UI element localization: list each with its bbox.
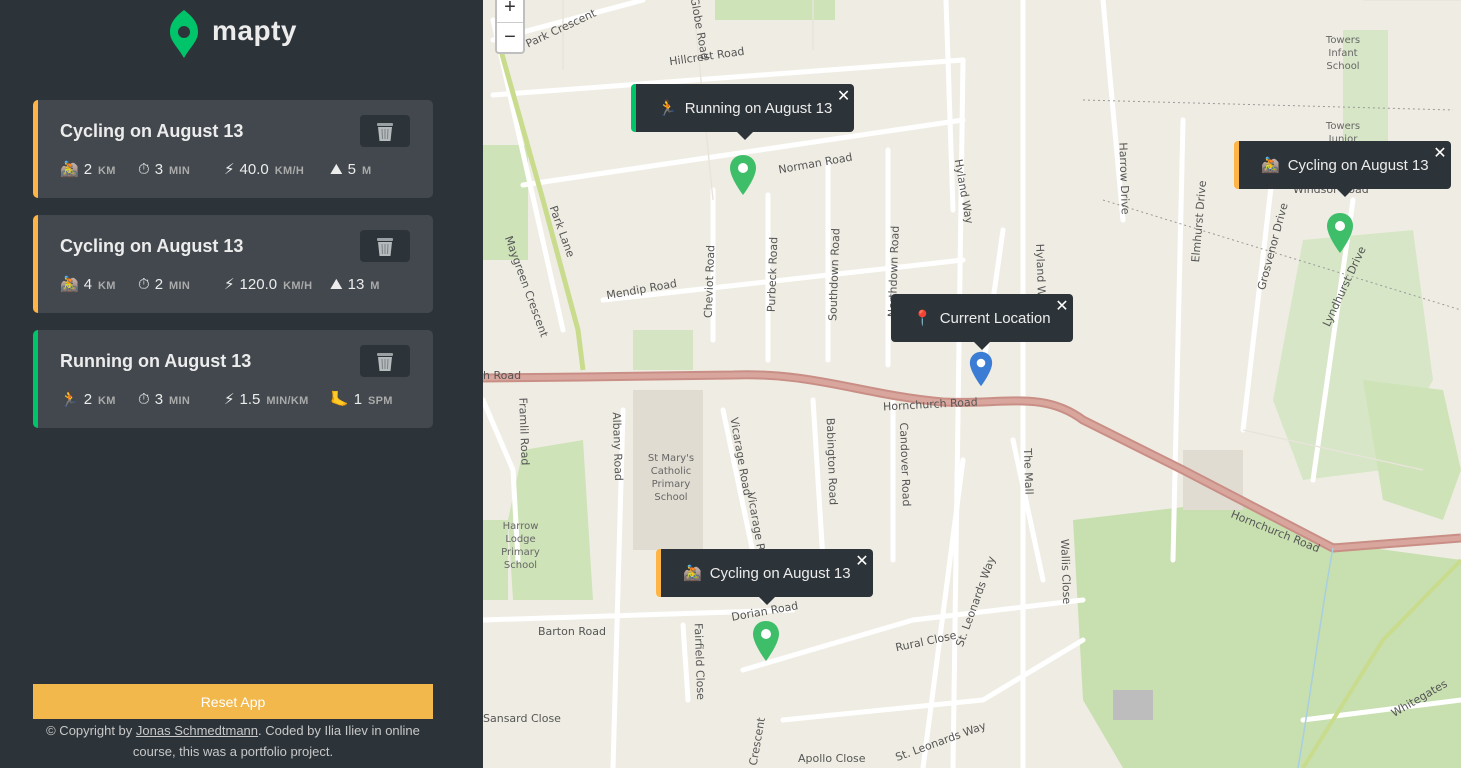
delete-workout-button[interactable]	[360, 345, 410, 377]
road-label: The Mall	[1020, 448, 1036, 495]
place-label: Towers Infant School	[1325, 35, 1361, 72]
author-link[interactable]: Jonas Schmedtmann	[136, 723, 258, 738]
copyright-text: © Copyright by Jonas Schmedtmann. Coded …	[46, 723, 420, 759]
road-label: Sansard Close	[483, 712, 561, 725]
runner-icon: 🏃	[658, 100, 677, 117]
mountain-icon: ⛰	[330, 161, 343, 178]
speed-stat: ⚡ 120.0 km/h	[224, 276, 313, 293]
duration-stat: ⏱ 3 min	[138, 391, 191, 408]
runner-icon: 🏃	[60, 391, 79, 408]
footprint-icon: 🦶	[330, 391, 349, 408]
current-location-popup[interactable]: 📍 Current Location ✕	[891, 294, 1073, 350]
workout-card[interactable]: Cycling on August 13 🚵 4 km ⏱ 2 min ⚡ 120.0 km…	[33, 215, 433, 313]
stopwatch-icon: ⏱	[138, 391, 150, 408]
pace-stat: ⚡ 1.5 min/km	[224, 391, 309, 408]
pushpin-icon: 📍	[913, 310, 932, 327]
workout-card[interactable]: Cycling on August 13 🚵 2 km ⏱ 3 min ⚡ 40.0 km/…	[33, 100, 433, 198]
map-marker-green[interactable]	[1326, 212, 1354, 254]
current-location-marker-icon[interactable]	[969, 350, 993, 388]
close-icon[interactable]: ✕	[855, 551, 868, 571]
cyclist-icon: 🚵	[683, 565, 702, 582]
workout-popup[interactable]: 🚵 Cycling on August 13 ✕	[1234, 141, 1451, 197]
road-label: Harrow Drive	[1116, 142, 1132, 215]
trash-icon	[377, 353, 393, 371]
duration-stat: ⏱ 3 min	[138, 161, 191, 178]
road-label: Fairfield Close	[691, 622, 708, 701]
workout-title: Cycling on August 13	[60, 121, 244, 141]
workout-popup[interactable]: 🏃 Running on August 13 ✕	[631, 84, 855, 140]
delete-workout-button[interactable]	[360, 115, 410, 147]
workout-title: Cycling on August 13	[60, 236, 244, 256]
road-label: h Road	[483, 369, 522, 382]
workout-stats: 🏃 2 km ⏱ 3 min ⚡ 1.5 min/km 🦶 1 spm	[60, 390, 393, 408]
stopwatch-icon: ⏱	[138, 161, 150, 178]
zoom-in-button[interactable]: +	[497, 0, 523, 22]
close-icon[interactable]: ✕	[1055, 296, 1068, 316]
reset-app-button[interactable]: Reset App	[33, 684, 433, 719]
speed-stat: ⚡ 40.0 km/h	[224, 161, 305, 178]
place-label: St Mary's Catholic Primary School	[647, 453, 695, 503]
distance-stat: 🚵 2 km	[60, 161, 116, 178]
close-icon[interactable]: ✕	[837, 86, 850, 106]
elevation-stat: ⛰ 13 m	[330, 276, 380, 293]
workout-popup[interactable]: 🚵 Cycling on August 13 ✕	[656, 549, 873, 605]
road-label: Wallis Close	[1058, 538, 1074, 605]
cyclist-icon: 🚵	[60, 161, 79, 178]
duration-stat: ⏱ 2 min	[138, 276, 191, 293]
map-marker-green[interactable]	[729, 154, 757, 196]
road-label: Framlil Road	[516, 397, 532, 466]
road-label: Apollo Close	[798, 752, 866, 765]
road-label: Albany Road	[609, 411, 626, 482]
road-label: Barton Road	[538, 625, 606, 638]
cyclist-icon: 🚵	[60, 276, 79, 293]
close-icon[interactable]: ✕	[1433, 143, 1446, 163]
zoom-control: + −	[495, 0, 525, 54]
zoom-out-button[interactable]: −	[497, 22, 523, 52]
cadence-stat: 🦶 1 spm	[330, 391, 393, 408]
lightning-icon: ⚡	[224, 391, 235, 408]
app-logo: mapty	[168, 8, 297, 60]
delete-workout-button[interactable]	[360, 230, 410, 262]
mountain-icon: ⛰	[330, 276, 343, 293]
cyclist-icon: 🚵	[1261, 157, 1280, 174]
road-label: Cheviot Road	[701, 244, 718, 319]
map[interactable]: Park Crescent Hillcrest Road Globe Road …	[483, 0, 1461, 768]
app-name: mapty	[212, 15, 297, 46]
workout-title: Running on August 13	[60, 351, 252, 371]
road-label: Purbeck Road	[764, 236, 781, 313]
sidebar: mapty Cycling on August 13 🚵 2 km ⏱ 3 min ⚡ 4…	[0, 0, 483, 768]
trash-icon	[377, 123, 393, 141]
elevation-stat: ⛰ 5 m	[330, 161, 372, 178]
lightning-icon: ⚡	[224, 161, 235, 178]
map-marker-green[interactable]	[752, 620, 780, 662]
place-label: Harrow Lodge Primary School	[501, 521, 540, 571]
stopwatch-icon: ⏱	[138, 276, 150, 293]
lightning-icon: ⚡	[224, 276, 235, 293]
distance-stat: 🏃 2 km	[60, 391, 116, 408]
workout-card[interactable]: Running on August 13 🏃 2 km ⏱ 3 min ⚡ 1.5 min/…	[33, 330, 433, 428]
map-pin-logo-icon	[170, 10, 198, 58]
workout-stats: 🚵 4 km ⏱ 2 min ⚡ 120.0 km/h ⛰ 13 m	[60, 275, 380, 293]
distance-stat: 🚵 4 km	[60, 276, 116, 293]
workout-stats: 🚵 2 km ⏱ 3 min ⚡ 40.0 km/h ⛰ 5 m	[60, 160, 371, 178]
trash-icon	[377, 238, 393, 256]
